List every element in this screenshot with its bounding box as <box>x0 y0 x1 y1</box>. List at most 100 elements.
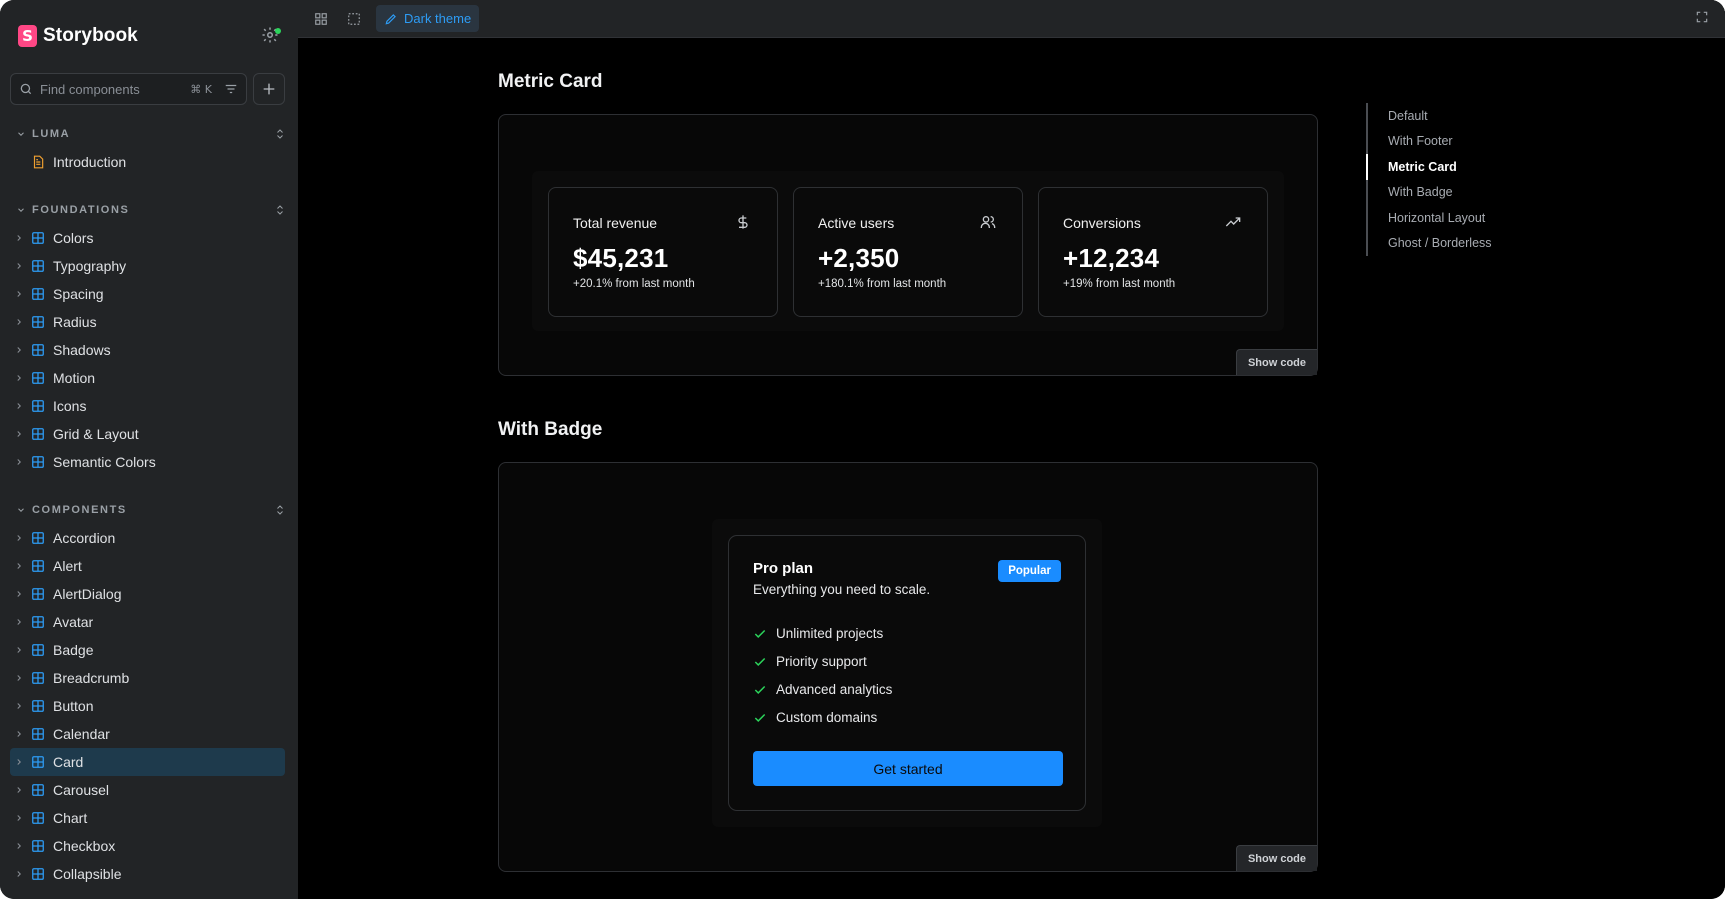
sidebar-item-motion[interactable]: Motion <box>10 364 285 392</box>
search-input[interactable]: Find components ⌘ K <box>10 73 247 105</box>
component-icon <box>32 456 44 468</box>
chevron-down-icon <box>18 208 24 212</box>
tree-toggle[interactable] <box>10 645 28 655</box>
check-icon <box>754 629 766 638</box>
feature-item: Advanced analytics <box>753 682 892 697</box>
component-icon <box>32 840 44 852</box>
create-button[interactable] <box>253 73 285 105</box>
tree-toggle[interactable] <box>10 429 28 439</box>
component-icon <box>32 260 44 272</box>
preview-with-badge: Pro plan Popular Everything you need to … <box>498 462 1318 872</box>
sidebar-item-card[interactable]: Card <box>10 748 285 776</box>
toc-item-with-footer[interactable]: With Footer <box>1368 129 1566 155</box>
chevron-right-icon <box>17 815 21 821</box>
tree-toggle[interactable] <box>10 813 28 823</box>
tree-toggle[interactable] <box>10 757 28 767</box>
expand-collapse-icon[interactable] <box>274 127 286 141</box>
toc-item-ghost-borderless[interactable]: Ghost / Borderless <box>1368 231 1566 257</box>
sidebar-item-accordion[interactable]: Accordion <box>10 524 285 552</box>
chevron-right-icon <box>17 375 21 381</box>
chevron-right-icon <box>17 319 21 325</box>
sidebar-item-alert[interactable]: Alert <box>10 552 285 580</box>
status-dot <box>275 28 281 34</box>
sidebar-item-button[interactable]: Button <box>10 692 285 720</box>
fullscreen-button[interactable] <box>1695 10 1711 26</box>
show-code-button[interactable]: Show code <box>1235 845 1317 871</box>
tree-toggle[interactable] <box>10 261 28 271</box>
toc-item-metric-card[interactable]: Metric Card <box>1366 154 1566 180</box>
toc-item-with-badge[interactable]: With Badge <box>1368 180 1566 206</box>
check-icon <box>754 657 766 666</box>
feature-label: Custom domains <box>776 710 878 725</box>
sidebar-item-badge[interactable]: Badge <box>10 636 285 664</box>
section-header-components[interactable]: COMPONENTS <box>16 500 286 520</box>
tree-toggle[interactable] <box>10 373 28 383</box>
toc-item-default[interactable]: Default <box>1368 103 1566 129</box>
tree-toggle[interactable] <box>10 785 28 795</box>
expand-collapse-icon[interactable] <box>274 503 286 517</box>
sidebar-item-chart[interactable]: Chart <box>10 804 285 832</box>
component-icon <box>32 784 44 796</box>
sidebar-item-calendar[interactable]: Calendar <box>10 720 285 748</box>
sidebar-item-spacing[interactable]: Spacing <box>10 280 285 308</box>
tree-toggle[interactable] <box>10 317 28 327</box>
component-icon <box>32 532 44 544</box>
section-header-luma[interactable]: LUMA <box>16 124 286 144</box>
sidebar-item-label: Radius <box>53 314 97 330</box>
metric-card-conversions: Conversions +12,234 +19% from last month <box>1038 187 1268 317</box>
outline-toggle-button[interactable] <box>343 8 365 30</box>
sidebar-item-colors[interactable]: Colors <box>10 224 285 252</box>
brand[interactable]: S Storybook <box>18 25 138 47</box>
chevron-right-icon <box>17 291 21 297</box>
tree-toggle[interactable] <box>10 345 28 355</box>
tree-toggle[interactable] <box>10 401 28 411</box>
sidebar-item-alertdialog[interactable]: AlertDialog <box>10 580 285 608</box>
sidebar-item-label: Button <box>53 698 94 714</box>
sidebar-item-avatar[interactable]: Avatar <box>10 608 285 636</box>
theme-switch-button[interactable]: Dark theme <box>376 5 480 32</box>
settings-button[interactable] <box>261 26 281 46</box>
plan-card-container: Pro plan Popular Everything you need to … <box>712 519 1102 827</box>
tree-toggle[interactable] <box>10 841 28 851</box>
tree-toggle[interactable] <box>10 673 28 683</box>
feature-label: Priority support <box>776 654 867 669</box>
metric-subtext: +20.1% from last month <box>573 278 695 290</box>
sidebar-item-introduction[interactable]: Introduction <box>10 148 285 176</box>
tree-toggle[interactable] <box>10 617 28 627</box>
expand-collapse-icon[interactable] <box>274 203 286 217</box>
show-code-button[interactable]: Show code <box>1235 349 1317 375</box>
component-icon <box>32 428 44 440</box>
component-icon <box>32 812 44 824</box>
sidebar-item-collapsible[interactable]: Collapsible <box>10 860 285 888</box>
tree-toggle[interactable] <box>10 701 28 711</box>
sidebar-item-semantic-colors[interactable]: Semantic Colors <box>10 448 285 476</box>
get-started-button[interactable]: Get started <box>753 751 1063 786</box>
sidebar-item-carousel[interactable]: Carousel <box>10 776 285 804</box>
plan-description: Everything you need to scale. <box>753 582 931 597</box>
sidebar-item-shadows[interactable]: Shadows <box>10 336 285 364</box>
filter-icon[interactable] <box>224 82 238 96</box>
tree-toggle[interactable] <box>10 533 28 543</box>
tree-toggle[interactable] <box>10 589 28 599</box>
tree-toggle[interactable] <box>10 729 28 739</box>
sidebar-item-grid-layout[interactable]: Grid & Layout <box>10 420 285 448</box>
section-header-foundations[interactable]: FOUNDATIONS <box>16 200 286 220</box>
sidebar-item-label: Alert <box>53 558 82 574</box>
tree-toggle[interactable] <box>10 561 28 571</box>
tree-toggle[interactable] <box>10 869 28 879</box>
sidebar-item-typography[interactable]: Typography <box>10 252 285 280</box>
component-icon <box>32 316 44 328</box>
tree-toggle[interactable] <box>10 233 28 243</box>
sidebar-item-checkbox[interactable]: Checkbox <box>10 832 285 860</box>
tree-toggle[interactable] <box>10 289 28 299</box>
sidebar-item-label: Typography <box>53 258 127 274</box>
sidebar-item-radius[interactable]: Radius <box>10 308 285 336</box>
sidebar-item-label: Calendar <box>53 726 110 742</box>
sidebar-item-icons[interactable]: Icons <box>10 392 285 420</box>
grid-toggle-button[interactable] <box>310 8 332 30</box>
chevron-right-icon <box>17 843 21 849</box>
toc-item-horizontal-layout[interactable]: Horizontal Layout <box>1368 205 1566 231</box>
component-icon <box>32 400 44 412</box>
sidebar-item-breadcrumb[interactable]: Breadcrumb <box>10 664 285 692</box>
tree-toggle[interactable] <box>10 457 28 467</box>
